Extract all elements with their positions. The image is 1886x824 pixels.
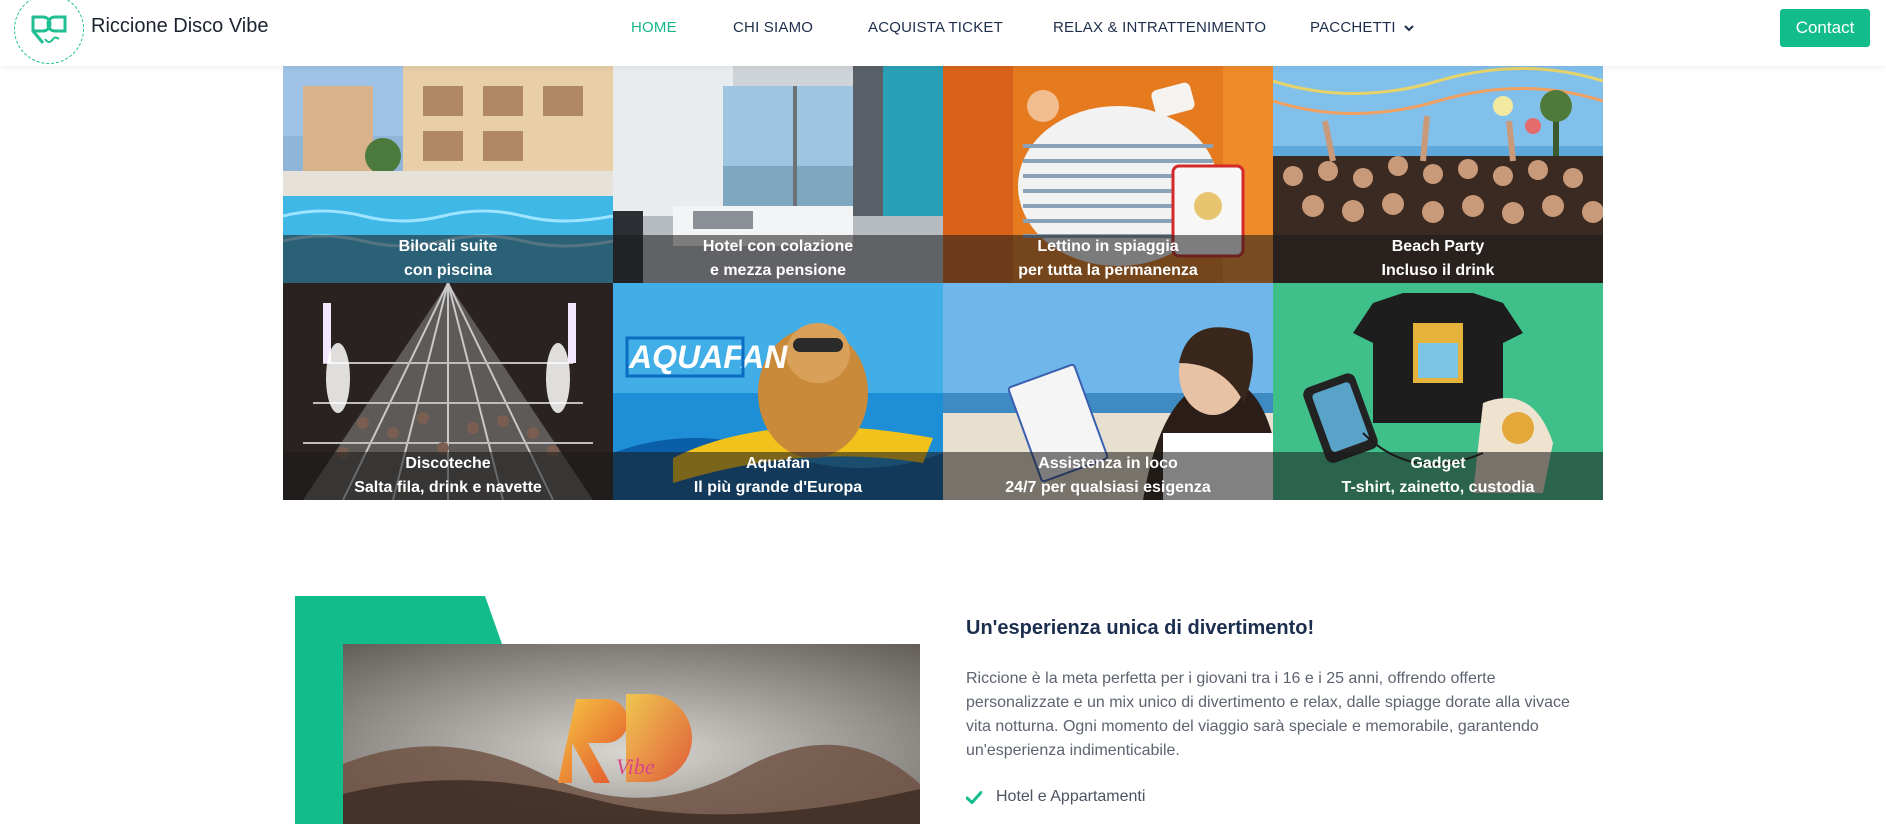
feature-item-hotel: Hotel e Appartamenti xyxy=(966,788,1145,806)
promo-photo-image: Vibe xyxy=(343,644,920,824)
brand-logo[interactable] xyxy=(14,0,84,64)
tile-title: Aquafan xyxy=(746,455,810,472)
tile-caption: Aquafan Il più grande d'Europa xyxy=(613,452,943,500)
tile-title: Discoteche xyxy=(405,455,491,472)
tile-subtitle: Salta fila, drink e navette xyxy=(354,479,542,496)
tile-caption: Beach Party Incluso il drink xyxy=(1273,235,1603,283)
tile-hotel-colazione[interactable]: Hotel con colazione e mezza pensione xyxy=(613,66,943,283)
tile-title: Assistenza in loco xyxy=(1038,455,1178,472)
tile-caption: Discoteche Salta fila, drink e navette xyxy=(283,452,613,500)
svg-text:Vibe: Vibe xyxy=(616,754,655,779)
tile-subtitle: Incluso il drink xyxy=(1381,262,1495,279)
check-icon xyxy=(966,790,982,804)
tile-gadget[interactable]: Gadget T-shirt, zainetto, custodia xyxy=(1273,283,1603,500)
rd-vibe-logo-icon xyxy=(31,15,67,44)
tile-lettino-spiaggia[interactable]: Lettino in spiaggia per tutta la permane… xyxy=(943,66,1273,283)
tile-caption: Hotel con colazione e mezza pensione xyxy=(613,235,943,283)
site-header: Riccione Disco Vibe HOME CHI SIAMO ACQUI… xyxy=(0,0,1886,66)
section-description: Riccione è la meta perfetta per i giovan… xyxy=(966,670,1570,759)
chevron-down-icon xyxy=(1404,25,1414,32)
tile-title: Bilocali suite xyxy=(398,238,498,255)
tile-subtitle: Il più grande d'Europa xyxy=(693,479,863,496)
contact-button[interactable]: Contact xyxy=(1780,9,1870,47)
tile-assistenza[interactable]: Assistenza in loco 24/7 per qualsiasi es… xyxy=(943,283,1273,500)
tile-subtitle: con piscina xyxy=(403,262,493,279)
tile-caption: Gadget T-shirt, zainetto, custodia xyxy=(1273,452,1603,500)
nav-item-chi-siamo[interactable]: CHI SIAMO xyxy=(733,19,813,36)
tile-bilocali-suite[interactable]: Bilocali suite con piscina xyxy=(283,66,613,283)
tile-discoteche[interactable]: Discoteche Salta fila, drink e navette xyxy=(283,283,613,500)
tile-subtitle: per tutta la permanenza xyxy=(1018,262,1198,279)
tile-caption: Bilocali suite con piscina xyxy=(283,235,613,283)
tile-aquafan[interactable]: AQUAFAN Aquafan Il più grande d'Europa xyxy=(613,283,943,500)
brand-name[interactable]: Riccione Disco Vibe xyxy=(91,15,269,38)
rd-vibe-promo-photo: Vibe xyxy=(343,644,920,824)
nav-item-pacchetti[interactable]: PACCHETTI xyxy=(1310,19,1414,36)
tile-subtitle: e mezza pensione xyxy=(709,262,847,279)
tile-beach-party[interactable]: Beach Party Incluso il drink xyxy=(1273,66,1603,283)
package-features-grid: Bilocali suite con piscina Hotel con col… xyxy=(283,66,1603,500)
tile-title: Beach Party xyxy=(1391,238,1485,255)
tile-title: Gadget xyxy=(1410,455,1466,472)
tile-caption: Lettino in spiaggia per tutta la permane… xyxy=(943,235,1273,283)
tile-title: Hotel con colazione xyxy=(702,238,854,255)
svg-text:AQUAFAN: AQUAFAN xyxy=(628,339,788,375)
section-title: Un'esperienza unica di divertimento! xyxy=(966,617,1315,639)
tile-subtitle: T-shirt, zainetto, custodia xyxy=(1341,479,1535,496)
nav-item-home[interactable]: HOME xyxy=(631,19,677,36)
feature-label: Hotel e Appartamenti xyxy=(996,788,1146,805)
nav-item-relax-intrattenimento[interactable]: RELAX & INTRATTENIMENTO xyxy=(1053,19,1266,36)
nav-item-pacchetti-label: PACCHETTI xyxy=(1310,19,1396,36)
tile-caption: Assistenza in loco 24/7 per qualsiasi es… xyxy=(943,452,1273,500)
tile-subtitle: 24/7 per qualsiasi esigenza xyxy=(1005,479,1211,496)
nav-item-acquista-ticket[interactable]: ACQUISTA TICKET xyxy=(868,19,1003,36)
tile-title: Lettino in spiaggia xyxy=(1037,238,1179,255)
